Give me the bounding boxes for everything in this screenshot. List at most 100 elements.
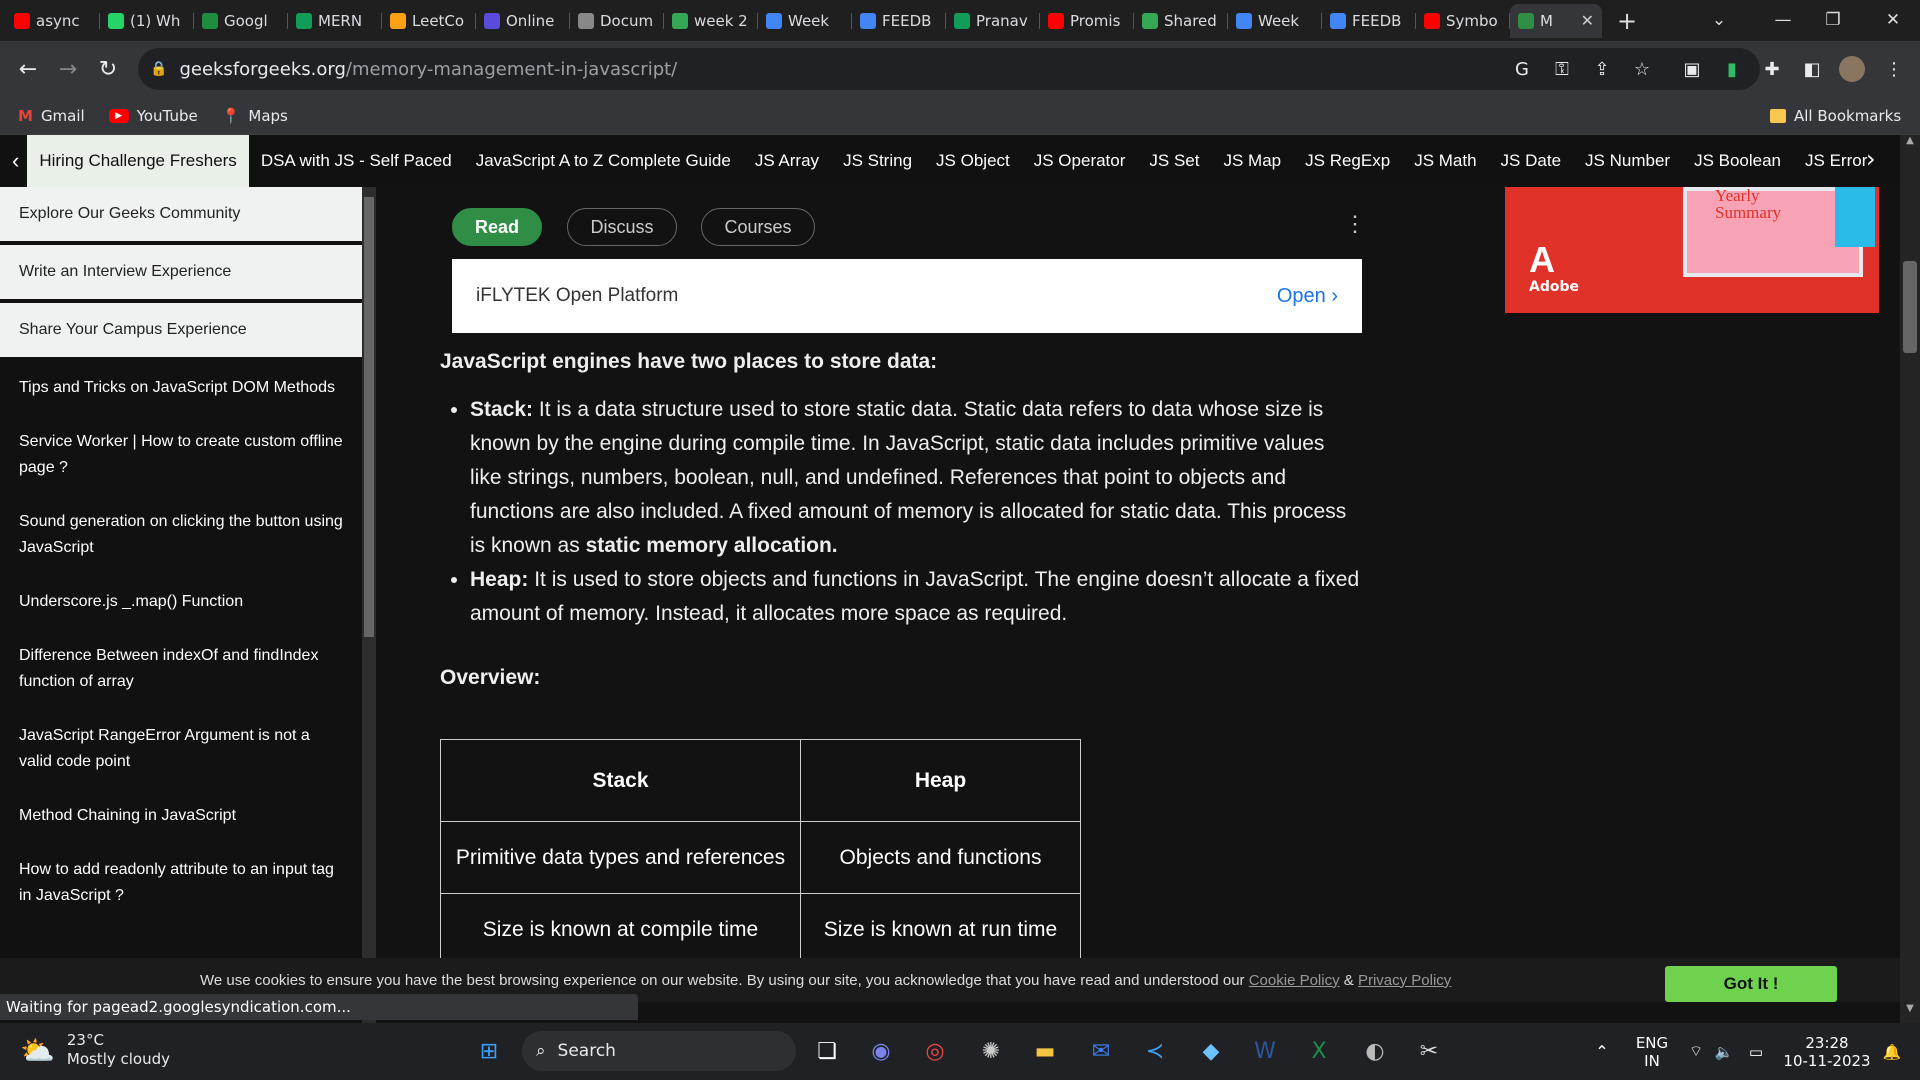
profile-avatar[interactable]: [1836, 53, 1868, 85]
tab-search-chevron-icon[interactable]: ⌄: [1694, 0, 1744, 40]
google-lens-icon[interactable]: G: [1506, 53, 1538, 85]
puzzle-extensions-icon[interactable]: ✚: [1756, 53, 1788, 85]
browser-tab[interactable]: MERN: [288, 4, 382, 38]
browser-tab[interactable]: Pranav: [946, 4, 1040, 38]
restore-button[interactable]: ❐: [1808, 0, 1858, 40]
minimize-button[interactable]: —: [1758, 0, 1808, 40]
language-indicator[interactable]: ENG IN: [1632, 1023, 1672, 1080]
topnav-item[interactable]: JS Set: [1137, 151, 1211, 171]
discuss-tab-button[interactable]: Discuss: [567, 208, 677, 246]
topnav-item[interactable]: Hiring Challenge Freshers: [27, 135, 249, 187]
read-tab-button[interactable]: Read: [452, 208, 542, 246]
topnav-item[interactable]: JS Object: [924, 151, 1022, 171]
close-tab-icon[interactable]: ✕: [1581, 11, 1594, 30]
privacy-policy-link[interactable]: Privacy Policy: [1358, 972, 1451, 989]
sidebar-item[interactable]: Difference Between indexOf and findIndex…: [0, 629, 362, 709]
new-tab-button[interactable]: +: [1612, 7, 1642, 35]
topnav-item[interactable]: DSA with JS - Self Paced: [249, 151, 464, 171]
advertisement-banner[interactable]: iFLYTEK Open Platform Open ›: [452, 259, 1362, 333]
eclipse-icon[interactable]: ◐: [1356, 1032, 1394, 1070]
clock[interactable]: 23:28 10-11-2023: [1782, 1023, 1872, 1080]
volume-icon[interactable]: 🔈: [1714, 1023, 1734, 1080]
sidebar-item[interactable]: Method Chaining in JavaScript: [0, 789, 362, 843]
windows-start-icon[interactable]: ⊞: [470, 1032, 508, 1070]
cookie-policy-link[interactable]: Cookie Policy: [1249, 972, 1340, 989]
topnav-item[interactable]: JS RegExp: [1293, 151, 1402, 171]
topnav-item[interactable]: JS Map: [1212, 151, 1294, 171]
scroll-up-arrow-icon[interactable]: ▲: [1900, 135, 1920, 146]
app-icon[interactable]: ◆: [1192, 1032, 1230, 1070]
tray-chevron-up-icon[interactable]: ⌃: [1590, 1023, 1614, 1080]
share-icon[interactable]: ⇪: [1586, 53, 1618, 85]
adobe-advertisement[interactable]: A Adobe Yearly Summary: [1505, 187, 1879, 313]
more-options-icon[interactable]: ⋮: [1344, 211, 1366, 237]
back-arrow-icon[interactable]: ←: [8, 49, 48, 89]
bookmark-maps[interactable]: 📍 Maps: [222, 107, 288, 125]
browser-tab[interactable]: Online: [476, 4, 570, 38]
notification-bell-icon[interactable]: 🔔: [1880, 1023, 1904, 1080]
scroll-right-chevron-icon[interactable]: ›: [1866, 145, 1876, 173]
extension-icon[interactable]: ▣: [1676, 53, 1708, 85]
browser-tab[interactable]: Shared: [1134, 4, 1228, 38]
bookmark-gmail[interactable]: M Gmail: [18, 107, 85, 125]
chrome-icon[interactable]: ◎: [916, 1032, 954, 1070]
task-view-icon[interactable]: ❏: [808, 1032, 846, 1070]
browser-tab[interactable]: Symbo: [1416, 4, 1510, 38]
sidebar-item[interactable]: Tips and Tricks on JavaScript DOM Method…: [0, 361, 362, 415]
battery-icon[interactable]: ▭: [1744, 1023, 1768, 1080]
topnav-item[interactable]: JS Math: [1402, 151, 1488, 171]
courses-tab-button[interactable]: Courses: [701, 208, 815, 246]
mail-icon[interactable]: ✉: [1082, 1032, 1120, 1070]
scroll-down-arrow-icon[interactable]: ▼: [1900, 1003, 1920, 1014]
more-menu-icon[interactable]: ⋮: [1878, 53, 1910, 85]
word-icon[interactable]: W: [1246, 1032, 1284, 1070]
wifi-icon[interactable]: ⌔: [1686, 1023, 1706, 1080]
sidebar-item[interactable]: JavaScript RangeError Argument is not a …: [0, 709, 362, 789]
browser-tab[interactable]: LeetCo: [382, 4, 476, 38]
browser-tab[interactable]: Promis: [1040, 4, 1134, 38]
browser-tab[interactable]: (1) Wh: [100, 4, 194, 38]
chatgpt-icon[interactable]: ✺: [972, 1032, 1010, 1070]
browser-tab[interactable]: Week: [758, 4, 852, 38]
sidebar-item[interactable]: Share Your Campus Experience: [0, 303, 362, 357]
sidebar-item[interactable]: Underscore.js _.map() Function: [0, 575, 362, 629]
bookmark-star-icon[interactable]: ☆: [1626, 53, 1658, 85]
page-scroll-thumb[interactable]: [1903, 261, 1917, 353]
browser-tab[interactable]: FEEDB: [1322, 4, 1416, 38]
grammarly-extension-icon[interactable]: ▮: [1716, 53, 1748, 85]
sidebar-item[interactable]: How to add readonly attribute to an inpu…: [0, 843, 362, 923]
topnav-item[interactable]: JS Boolean: [1682, 151, 1793, 171]
sidebar-item[interactable]: Sound generation on clicking the button …: [0, 495, 362, 575]
key-icon[interactable]: ⚿: [1546, 53, 1578, 85]
topnav-item[interactable]: JS Number: [1573, 151, 1682, 171]
snipping-tool-icon[interactable]: ✂: [1410, 1032, 1448, 1070]
sidebar-item[interactable]: Write an Interview Experience: [0, 245, 362, 299]
close-window-button[interactable]: ✕: [1868, 0, 1918, 40]
taskbar-search-box[interactable]: ⌕ Search: [522, 1031, 796, 1071]
vscode-icon[interactable]: ≺: [1136, 1032, 1174, 1070]
topnav-item[interactable]: JS Array: [743, 151, 831, 171]
sidebar-item[interactable]: Service Worker | How to create custom of…: [0, 415, 362, 495]
topnav-item[interactable]: JS Date: [1489, 151, 1573, 171]
browser-tab[interactable]: Docum: [570, 4, 664, 38]
all-bookmarks-folder[interactable]: All Bookmarks: [1770, 107, 1901, 125]
file-explorer-icon[interactable]: ▬: [1026, 1032, 1064, 1070]
topnav-item[interactable]: JS Operator: [1022, 151, 1138, 171]
browser-tab[interactable]: async: [6, 4, 100, 38]
scroll-left-chevron-icon[interactable]: ‹: [0, 148, 27, 174]
sidebar-scroll-thumb[interactable]: [364, 197, 374, 637]
weather-widget[interactable]: ⛅ 23°C Mostly cloudy: [20, 1031, 170, 1069]
sidebar-scrollbar[interactable]: [362, 187, 376, 1023]
topnav-item[interactable]: JavaScript A to Z Complete Guide: [464, 151, 743, 171]
excel-icon[interactable]: X: [1300, 1032, 1338, 1070]
browser-tab[interactable]: M ✕: [1510, 3, 1602, 38]
browser-tab[interactable]: Week: [1228, 4, 1322, 38]
page-scrollbar[interactable]: ▲ ▼: [1900, 135, 1920, 1023]
topnav-item[interactable]: JS String: [831, 151, 924, 171]
browser-tab[interactable]: Googl: [194, 4, 288, 38]
browser-tab[interactable]: week 2: [664, 4, 758, 38]
sidebar-item[interactable]: Explore Our Geeks Community: [0, 187, 362, 241]
got-it-button[interactable]: Got It !: [1665, 966, 1837, 1002]
ad-open-link[interactable]: Open ›: [1277, 285, 1338, 308]
reload-icon[interactable]: ↻: [88, 49, 128, 89]
